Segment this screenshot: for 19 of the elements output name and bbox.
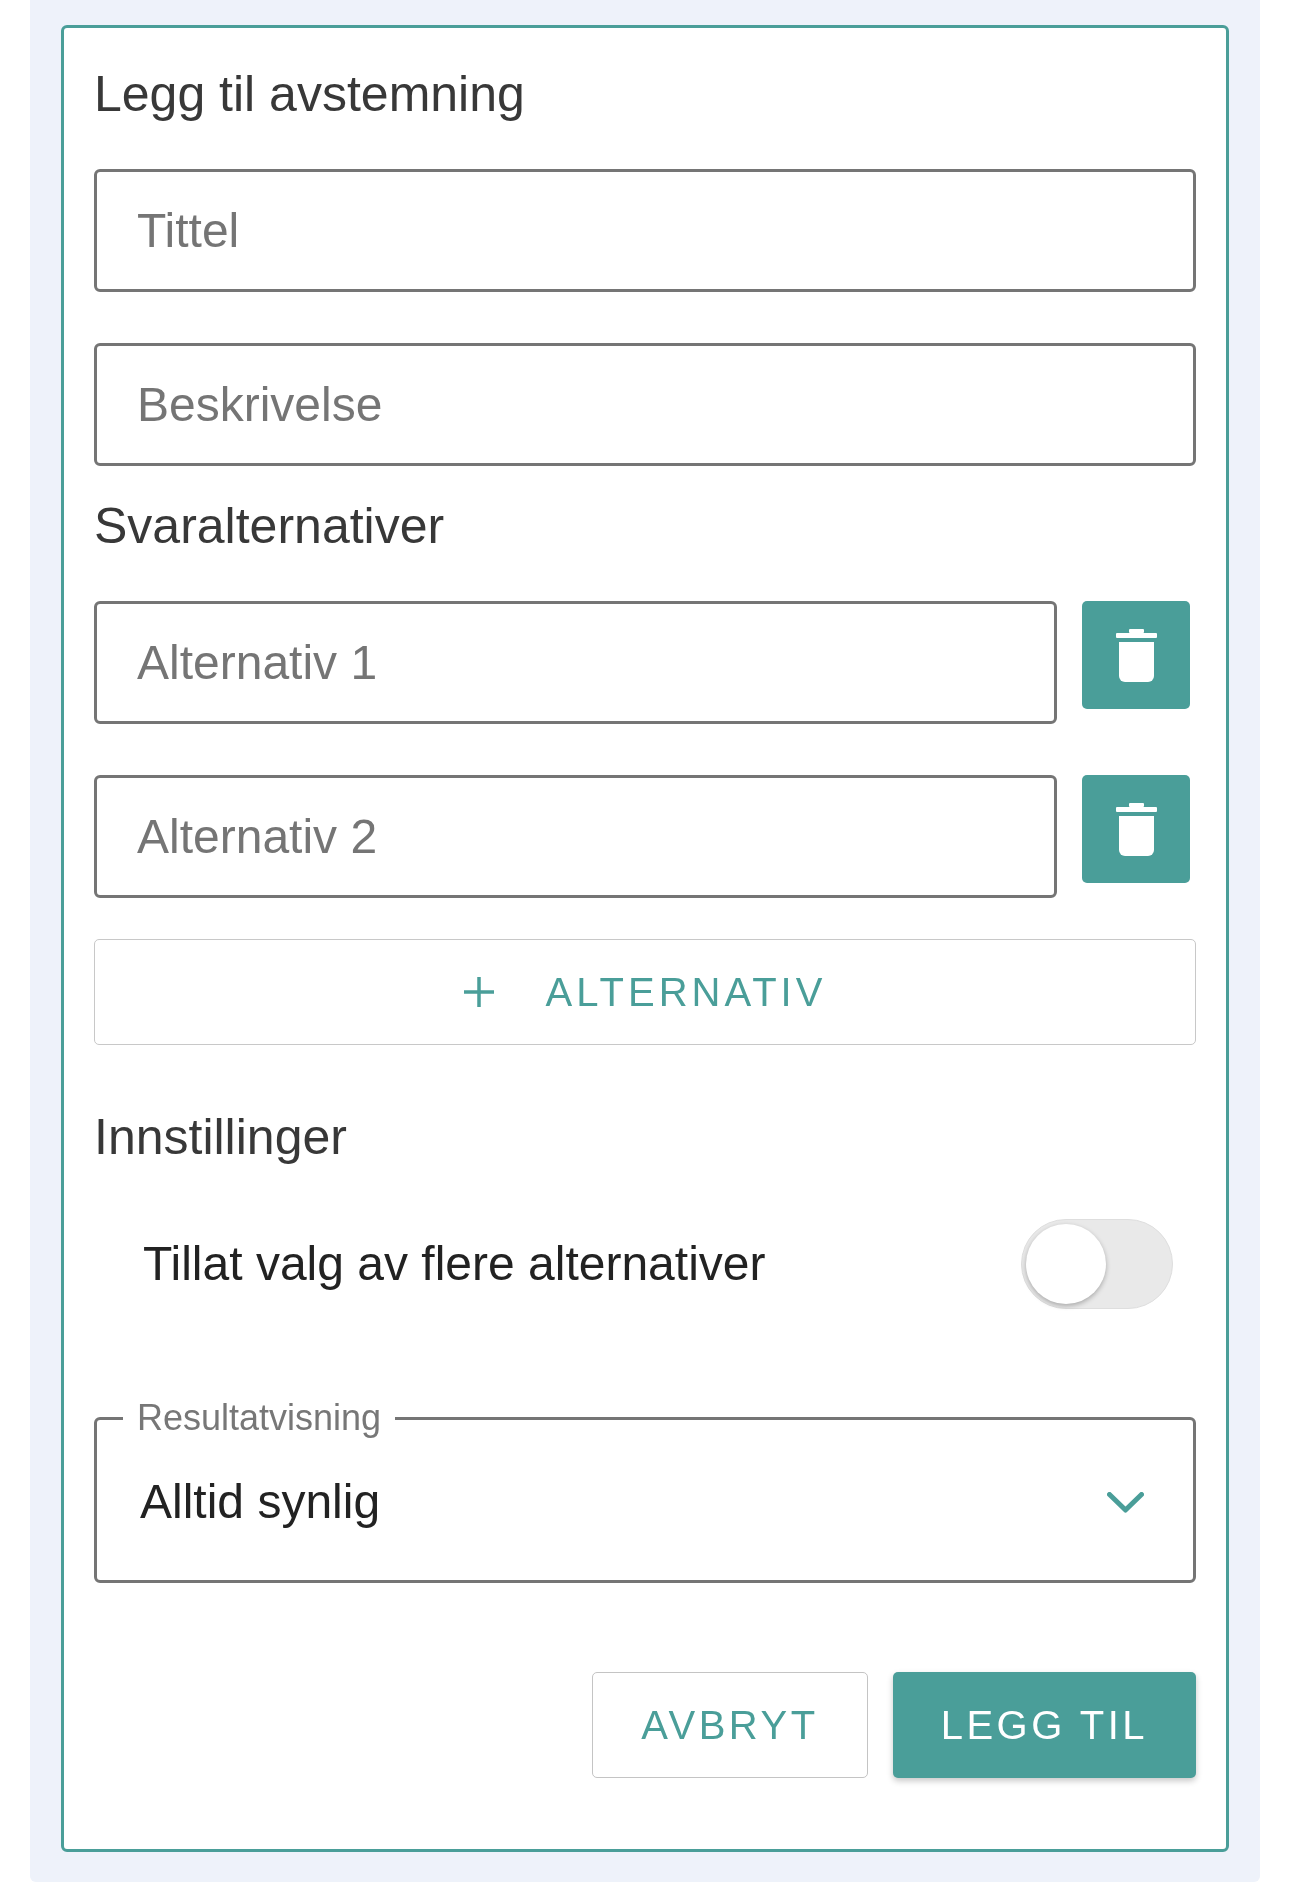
trash-icon <box>1115 628 1157 682</box>
chevron-down-icon <box>1107 1491 1144 1513</box>
text-field[interactable]: Beskrivelse <box>94 343 1196 466</box>
text-field[interactable]: Tittel <box>94 169 1196 292</box>
plus-icon <box>463 977 494 1007</box>
form-title: Legg til avstemning <box>94 65 526 123</box>
option-field[interactable]: Alternativ 1 <box>94 601 1057 724</box>
delete-button[interactable] <box>1082 601 1190 709</box>
option-field[interactable]: Alternativ 2 <box>94 775 1057 898</box>
select-value: Alltid synlig <box>140 1474 381 1530</box>
submit-button[interactable]: LEGG TIL <box>892 1672 1196 1778</box>
delete-button[interactable] <box>1082 775 1190 883</box>
cancel-button[interactable]: AVBRYT <box>592 1672 868 1778</box>
toggle-label: Tillat valg av flere alternativer <box>143 1236 766 1292</box>
add-option-button[interactable]: ALTERNATIV <box>94 939 1196 1045</box>
section-heading: Svaralternativer <box>94 497 446 555</box>
trash-icon <box>1115 802 1157 856</box>
select-label: Resultatvisning <box>136 1398 383 1438</box>
section-heading: Innstillinger <box>94 1108 348 1166</box>
